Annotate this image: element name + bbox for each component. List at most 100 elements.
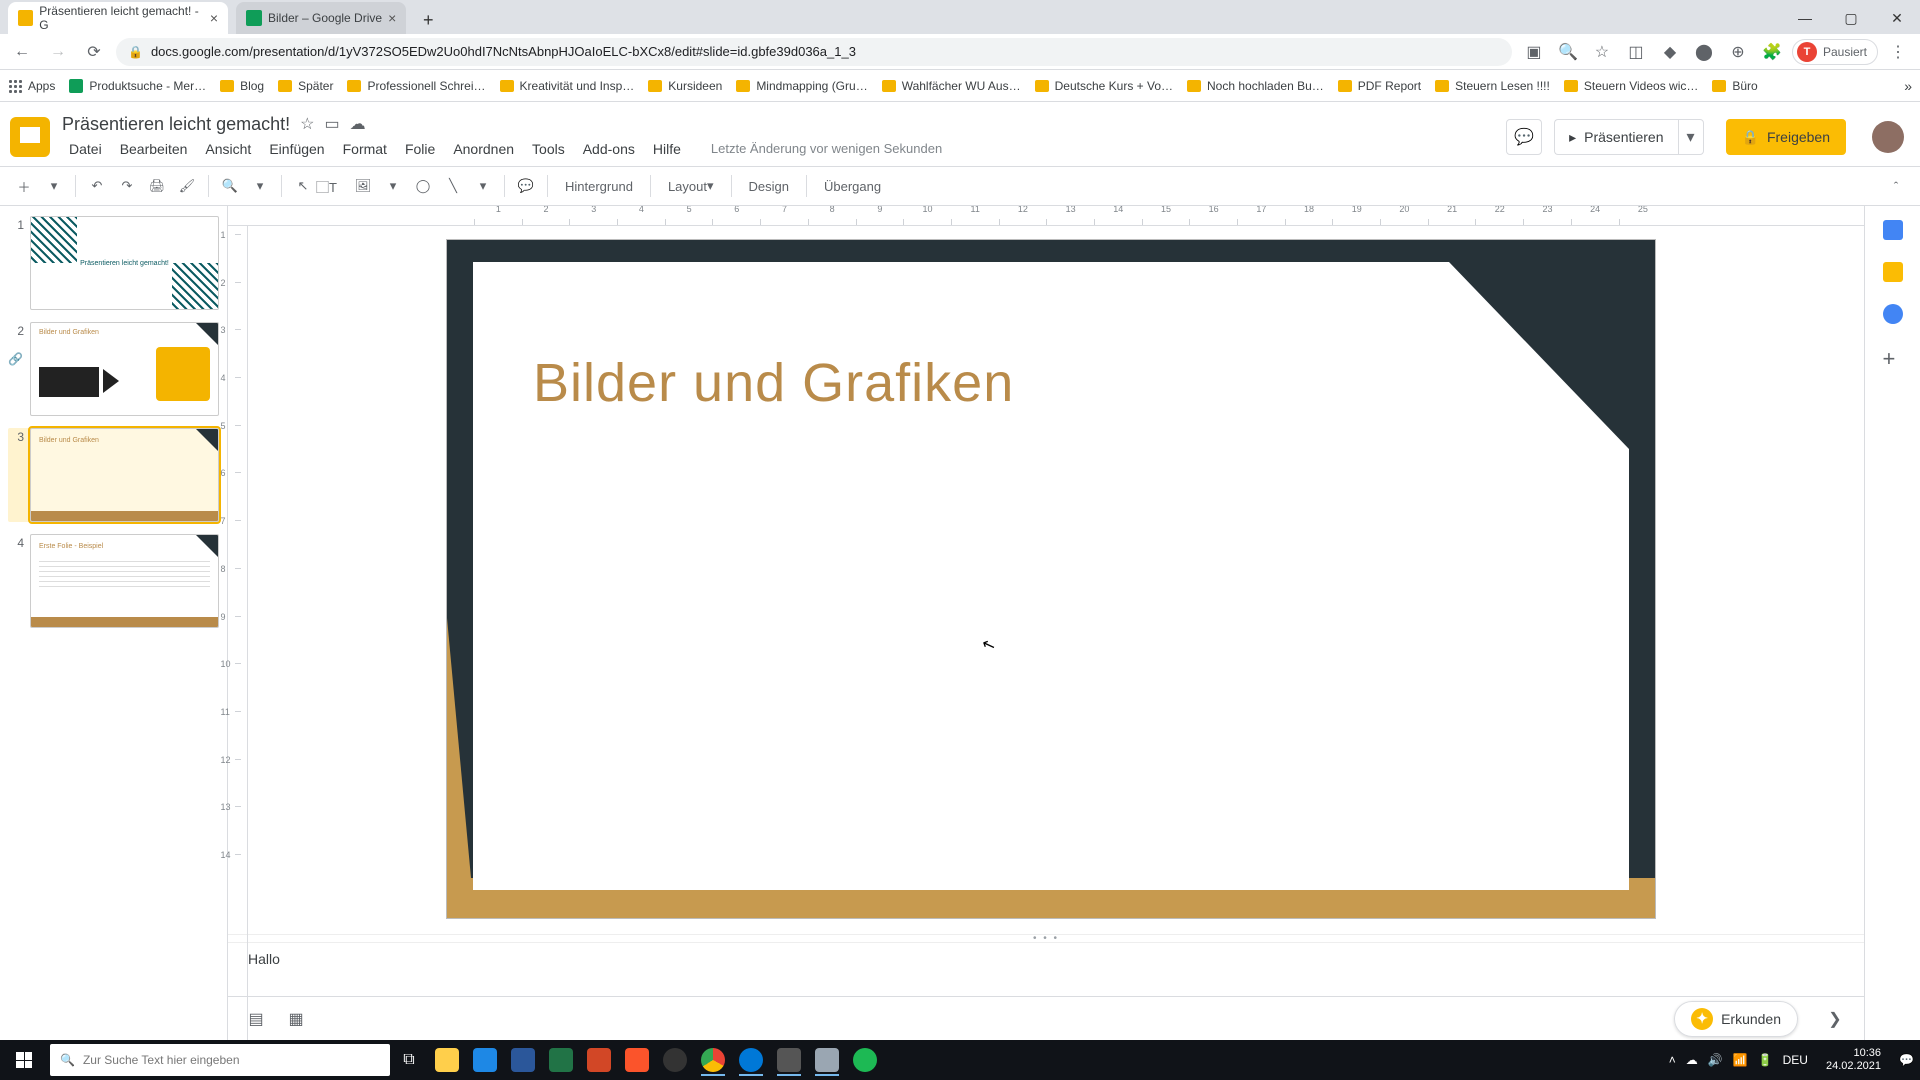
taskbar-app-notepad[interactable] <box>811 1044 843 1076</box>
bookmark-item[interactable]: PDF Report <box>1338 79 1421 93</box>
move-icon[interactable]: ▭ <box>324 114 339 134</box>
taskbar-app-edge[interactable] <box>735 1044 767 1076</box>
maximize-icon[interactable]: ▢ <box>1828 2 1874 34</box>
browser-tab[interactable]: Bilder – Google Drive × <box>236 2 406 34</box>
menu-insert[interactable]: Einfügen <box>262 137 331 161</box>
bookmark-item[interactable]: Später <box>278 79 333 93</box>
bookmark-item[interactable]: Noch hochladen Bu… <box>1187 79 1324 93</box>
taskbar-app-explorer[interactable] <box>431 1044 463 1076</box>
present-button[interactable]: ▸ Präsentieren <box>1554 119 1677 155</box>
cloud-status-icon[interactable]: ☁ <box>350 114 366 134</box>
extension-icon[interactable]: ⬤ <box>1690 38 1718 66</box>
layout-button[interactable]: Layout ▾ <box>658 172 724 200</box>
wifi-icon[interactable]: 📶 <box>1733 1053 1748 1067</box>
taskbar-search[interactable]: 🔍 Zur Suche Text hier eingeben <box>50 1044 390 1076</box>
redo-icon[interactable]: ↷ <box>113 172 141 200</box>
notifications-icon[interactable]: 💬 <box>1899 1053 1914 1067</box>
bookmark-item[interactable]: Produktsuche - Mer… <box>69 79 206 93</box>
back-icon[interactable]: ← <box>8 38 36 66</box>
new-tab-button[interactable]: + <box>414 6 442 34</box>
bookmark-item[interactable]: Steuern Lesen !!!! <box>1435 79 1550 93</box>
account-avatar[interactable] <box>1872 121 1904 153</box>
slides-logo-icon[interactable] <box>10 117 50 157</box>
star-icon[interactable]: ☆ <box>300 114 314 134</box>
language-indicator[interactable]: DEU <box>1783 1053 1808 1067</box>
line-tool-icon[interactable]: ╲ <box>439 172 467 200</box>
bookmark-item[interactable]: Kreativität und Insp… <box>500 79 635 93</box>
battery-icon[interactable]: 🔋 <box>1758 1053 1773 1067</box>
horizontal-ruler[interactable] <box>228 206 1864 226</box>
share-button[interactable]: 🔒 Freigeben <box>1726 119 1846 155</box>
comment-tool-icon[interactable]: 💬 <box>512 172 540 200</box>
zoom-icon[interactable]: 🔍 <box>1554 38 1582 66</box>
undo-icon[interactable]: ↶ <box>83 172 111 200</box>
image-caret[interactable]: ▾ <box>379 172 407 200</box>
reading-list-icon[interactable]: ◫ <box>1622 38 1650 66</box>
speaker-notes[interactable]: Hallo <box>228 942 1864 996</box>
print-icon[interactable]: 🖨 <box>143 172 171 200</box>
line-caret[interactable]: ▾ <box>469 172 497 200</box>
volume-icon[interactable]: 🔊 <box>1708 1053 1723 1067</box>
textbox-tool-icon[interactable]: ⃞T <box>319 172 347 200</box>
star-icon[interactable]: ☆ <box>1588 38 1616 66</box>
slide-title[interactable]: Bilder und Grafiken <box>533 352 1569 414</box>
collapse-toolbar-icon[interactable]: ˆ <box>1882 172 1910 200</box>
menu-arrange[interactable]: Anordnen <box>446 137 521 161</box>
last-edit-label[interactable]: Letzte Änderung vor wenigen Sekunden <box>704 137 949 160</box>
taskbar-app-powerpoint[interactable] <box>583 1044 615 1076</box>
taskbar-clock[interactable]: 10:36 24.02.2021 <box>1818 1047 1889 1072</box>
slide-canvas[interactable]: Bilder und Grafiken ↖ <box>447 240 1655 918</box>
slide-stage[interactable]: Bilder und Grafiken ↖ <box>228 226 1864 934</box>
menu-file[interactable]: Datei <box>62 137 109 161</box>
taskbar-app-obs[interactable] <box>659 1044 691 1076</box>
taskbar-app-generic[interactable] <box>773 1044 805 1076</box>
reload-icon[interactable]: ⟳ <box>80 38 108 66</box>
bookmark-item[interactable]: Mindmapping (Gru… <box>736 79 867 93</box>
tray-overflow-icon[interactable]: ˄ <box>1669 1053 1676 1067</box>
slide-thumb-3[interactable]: 3 Bilder und Grafiken <box>8 428 219 522</box>
taskbar-app-edge-legacy[interactable] <box>469 1044 501 1076</box>
kebab-menu-icon[interactable]: ⋮ <box>1884 38 1912 66</box>
slide-filmstrip[interactable]: 1 Präsentieren leicht gemacht! 2 🔗 Bilde… <box>0 206 228 1040</box>
address-bar[interactable]: 🔒 docs.google.com/presentation/d/1yV372S… <box>116 38 1512 66</box>
menu-edit[interactable]: Bearbeiten <box>113 137 195 161</box>
taskbar-app-excel[interactable] <box>545 1044 577 1076</box>
menu-format[interactable]: Format <box>336 137 394 161</box>
new-slide-button[interactable]: ＋ <box>10 172 38 200</box>
menu-tools[interactable]: Tools <box>525 137 572 161</box>
bookmark-overflow-icon[interactable]: » <box>1904 78 1912 94</box>
extension-icon[interactable]: ◆ <box>1656 38 1684 66</box>
theme-button[interactable]: Design <box>739 172 799 200</box>
slide-thumb-1[interactable]: 1 Präsentieren leicht gemacht! <box>8 216 219 310</box>
task-view-icon[interactable]: ⧉ <box>393 1044 425 1076</box>
bookmark-item[interactable]: Blog <box>220 79 264 93</box>
taskbar-app-word[interactable] <box>507 1044 539 1076</box>
bookmark-item[interactable]: Büro <box>1712 79 1757 93</box>
explore-button[interactable]: ✦ Erkunden <box>1674 1001 1798 1037</box>
menu-view[interactable]: Ansicht <box>198 137 258 161</box>
chevron-right-icon[interactable]: ❯ <box>1820 1004 1850 1034</box>
bookmark-item[interactable]: Professionell Schrei… <box>347 79 485 93</box>
apps-shortcut[interactable]: Apps <box>8 79 55 93</box>
slide-thumb-2[interactable]: 2 🔗 Bilder und Grafiken <box>8 322 219 416</box>
calendar-sidepanel-icon[interactable] <box>1883 220 1903 240</box>
paint-format-icon[interactable]: 🖌 <box>173 172 201 200</box>
close-tab-icon[interactable]: × <box>210 10 218 26</box>
extensions-menu-icon[interactable]: 🧩 <box>1758 38 1786 66</box>
add-sidepanel-icon[interactable]: + <box>1883 346 1903 366</box>
shape-tool-icon[interactable]: ◯ <box>409 172 437 200</box>
zoom-icon[interactable]: 🔍 <box>216 172 244 200</box>
close-window-icon[interactable]: ✕ <box>1874 2 1920 34</box>
menu-addons[interactable]: Add-ons <box>576 137 642 161</box>
present-options-button[interactable]: ▾ <box>1678 119 1704 155</box>
cast-icon[interactable]: ▣ <box>1520 38 1548 66</box>
onedrive-icon[interactable]: ☁ <box>1686 1053 1698 1067</box>
bookmark-item[interactable]: Deutsche Kurs + Vo… <box>1035 79 1173 93</box>
menu-slide[interactable]: Folie <box>398 137 442 161</box>
profile-paused-button[interactable]: T Pausiert <box>1792 39 1878 65</box>
taskbar-app-brave[interactable] <box>621 1044 653 1076</box>
forward-icon[interactable]: → <box>44 38 72 66</box>
minimize-icon[interactable]: — <box>1782 2 1828 34</box>
tasks-sidepanel-icon[interactable] <box>1883 304 1903 324</box>
notes-resize-handle[interactable]: • • • <box>228 934 1864 942</box>
